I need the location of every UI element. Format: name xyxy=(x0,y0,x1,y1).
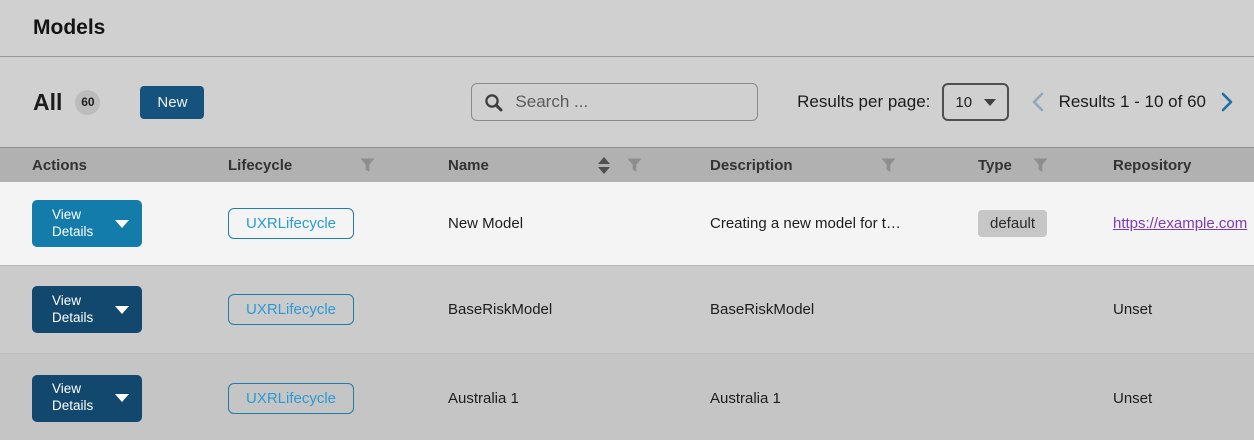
model-name: BaseRiskModel xyxy=(448,301,552,318)
chevron-left-icon xyxy=(1029,90,1047,114)
column-header-repository: Repository xyxy=(1090,148,1254,182)
search-box[interactable] xyxy=(471,83,758,121)
page-title: Models xyxy=(33,16,105,40)
chevron-right-icon xyxy=(1218,90,1236,114)
column-header-actions: Actions xyxy=(0,148,200,182)
model-name: New Model xyxy=(448,215,523,232)
column-header-type: Type xyxy=(958,148,1090,182)
chevron-down-icon xyxy=(984,99,996,106)
page-header: Models xyxy=(0,0,1254,57)
view-details-button[interactable]: View Details xyxy=(32,200,142,247)
chevron-down-icon xyxy=(115,394,129,402)
result-count-badge: 60 xyxy=(75,90,100,115)
filter-icon[interactable] xyxy=(881,158,896,173)
filter-icon[interactable] xyxy=(627,158,642,173)
repository-value: Unset xyxy=(1113,390,1152,407)
table-header-row: Actions Lifecycle Name Description xyxy=(0,147,1254,182)
next-page-button[interactable] xyxy=(1216,88,1238,116)
filter-icon[interactable] xyxy=(360,158,375,173)
table-row: View Details UXRLifecycle Australia 1 Au… xyxy=(0,354,1254,440)
view-details-button[interactable]: View Details xyxy=(32,375,142,422)
results-per-page-label: Results per page: xyxy=(797,92,930,112)
repository-value: Unset xyxy=(1113,301,1152,318)
sort-icon[interactable] xyxy=(597,157,611,174)
pagination-status: Results 1 - 10 of 60 xyxy=(1059,92,1206,112)
model-name: Australia 1 xyxy=(448,390,519,407)
filter-icon[interactable] xyxy=(1033,158,1048,173)
toolbar: All 60 New Results per page: 10 Results … xyxy=(0,57,1254,147)
type-badge: default xyxy=(978,210,1047,237)
lifecycle-button[interactable]: UXRLifecycle xyxy=(228,294,354,325)
model-description: BaseRiskModel xyxy=(710,301,814,318)
repository-link[interactable]: https://example.com xyxy=(1113,215,1247,232)
model-description: Creating a new model for t… xyxy=(710,215,901,232)
chevron-down-icon xyxy=(115,220,129,228)
search-input[interactable] xyxy=(515,92,747,112)
previous-page-button[interactable] xyxy=(1027,88,1049,116)
chevron-down-icon xyxy=(115,306,129,314)
column-header-description: Description xyxy=(690,148,958,182)
filter-tab-all[interactable]: All xyxy=(33,89,62,116)
table-row: View Details UXRLifecycle New Model Crea… xyxy=(0,182,1254,266)
column-header-name: Name xyxy=(430,148,690,182)
results-per-page-value: 10 xyxy=(955,94,972,111)
lifecycle-button[interactable]: UXRLifecycle xyxy=(228,383,354,414)
model-description: Australia 1 xyxy=(710,390,781,407)
pagination: Results 1 - 10 of 60 xyxy=(1027,88,1238,116)
lifecycle-button[interactable]: UXRLifecycle xyxy=(228,208,354,239)
view-details-button[interactable]: View Details xyxy=(32,286,142,333)
table-row: View Details UXRLifecycle BaseRiskModel … xyxy=(0,266,1254,354)
new-button[interactable]: New xyxy=(140,86,204,119)
results-per-page-select[interactable]: 10 xyxy=(942,83,1008,121)
column-header-lifecycle: Lifecycle xyxy=(200,148,430,182)
search-icon xyxy=(484,93,503,112)
